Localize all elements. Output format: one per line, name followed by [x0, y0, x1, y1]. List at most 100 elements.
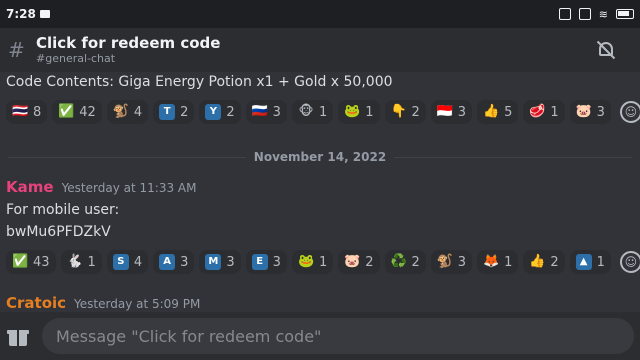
reaction-chip[interactable]: E3: [245, 250, 287, 274]
reaction-count: 3: [272, 254, 281, 270]
reaction-chip[interactable]: ✅ 43: [6, 250, 56, 274]
reaction-chip[interactable]: ♻️ 2: [384, 250, 426, 274]
reaction-chip[interactable]: Y2: [199, 100, 241, 124]
channel-header: # Click for redeem code #general-chat: [0, 28, 640, 72]
reaction-count: 2: [226, 104, 235, 120]
reaction-chip[interactable]: T2: [153, 100, 195, 124]
reaction-count: 1: [504, 254, 513, 270]
add-reaction-icon[interactable]: ☺: [619, 251, 640, 273]
reaction-count: 2: [550, 254, 559, 270]
message-text: For mobile user:: [6, 202, 120, 218]
reaction-count: 2: [365, 254, 374, 270]
reaction-emoji: 🦊: [483, 254, 500, 269]
message-header: Cratoic Yesterday at 5:09 PM: [6, 294, 200, 312]
reaction-count: 3: [457, 254, 467, 270]
reaction-emoji: 🐒: [112, 104, 130, 119]
reaction-chip[interactable]: 🐒 4: [106, 100, 149, 124]
reaction-chip[interactable]: 🦊 1: [477, 250, 519, 274]
channel-title: Click for redeem code: [36, 34, 221, 52]
status-icons: ≋: [558, 7, 634, 21]
message-header: Kame Yesterday at 11:33 AM: [6, 178, 196, 196]
reaction-count: 2: [411, 104, 420, 120]
reaction-emoji: Y: [205, 104, 222, 120]
reaction-chip[interactable]: 🐵 1: [291, 100, 334, 124]
reaction-count: 3: [596, 104, 605, 120]
reaction-count: 1: [87, 254, 96, 270]
reaction-emoji: 🐵: [298, 104, 314, 119]
reaction-chip[interactable]: 🐇 1: [60, 250, 102, 274]
nfc-icon: [558, 8, 571, 20]
reaction-chip[interactable]: 🇮🇩 3: [430, 100, 473, 124]
reaction-chip[interactable]: 🐷 2: [338, 250, 380, 274]
reaction-bar: 🇹🇭 8 ✅ 42 🐒 4 T 2 Y 2 🇷🇺 3 🐵 1 🐸 1 👇 2 🇮🇩 3 👍 5 🥩 1 🐷 3 ☺: [6, 100, 640, 124]
wifi-icon: ≋: [598, 7, 608, 21]
camera-icon: [39, 10, 50, 18]
reaction-emoji: 👍: [529, 254, 546, 269]
channel-info[interactable]: Click for redeem code #general-chat: [36, 34, 221, 66]
reaction-chip[interactable]: 🐷 3: [569, 100, 611, 124]
reaction-chip[interactable]: 🇹🇭 8: [6, 100, 48, 124]
hash-icon: #: [8, 38, 25, 62]
reaction-chip[interactable]: ▲ 1: [569, 250, 611, 274]
reaction-emoji: 🇮🇩: [436, 104, 453, 119]
message-input[interactable]: [42, 318, 634, 354]
channel-subtitle: #general-chat: [36, 52, 116, 65]
reaction-bar: ✅ 43 🐇 1 S 4 A 3 M 3 E 3 🐸 1 🐷 2 ♻️ 2 🐒 3 🦊 1 👍 2 ▲ 1 ☺: [6, 250, 640, 274]
reaction-emoji: ▲: [575, 254, 592, 270]
reaction-count: 1: [318, 104, 328, 120]
reaction-emoji: M: [205, 254, 222, 270]
message-timestamp: Yesterday at 5:09 PM: [74, 297, 201, 311]
status-bar: 7:28 ≋: [0, 0, 640, 28]
reaction-emoji: 👇: [390, 104, 407, 119]
reaction-emoji: ♻️: [390, 254, 407, 269]
reaction-chip[interactable]: 👍 2: [523, 250, 565, 274]
reaction-emoji: ✅: [12, 254, 29, 269]
reaction-chip[interactable]: 🐸 1: [291, 250, 334, 274]
message-text: bwMu6PFDZkV: [6, 224, 111, 240]
reaction-emoji: 🇷🇺: [251, 104, 268, 119]
sim-icon: [578, 8, 591, 20]
bell-slash-icon[interactable]: [596, 40, 616, 60]
date-label: November 14, 2022: [253, 150, 387, 164]
message-list: Code Contents: Giga Energy Potion x1 + G…: [0, 72, 640, 312]
reaction-count: 3: [457, 104, 467, 120]
add-reaction-icon[interactable]: ☺: [619, 101, 640, 123]
reaction-emoji: 🐸: [297, 254, 315, 269]
author-name[interactable]: Cratoic: [6, 294, 66, 312]
message-composer: [0, 312, 640, 360]
reaction-count: 4: [133, 104, 143, 120]
reaction-count: 3: [226, 254, 235, 270]
reaction-chip[interactable]: 👇 2: [384, 100, 426, 124]
reaction-count: 4: [133, 254, 143, 270]
reaction-chip[interactable]: M3: [199, 250, 241, 274]
author-name[interactable]: Kame: [6, 178, 54, 196]
reaction-chip[interactable]: 🐸 1: [338, 100, 380, 124]
date-divider: November 14, 2022: [0, 150, 640, 164]
reaction-chip[interactable]: 👍 5: [477, 100, 519, 124]
reaction-count: 3: [272, 104, 281, 120]
reaction-emoji: 👍: [483, 104, 500, 119]
reaction-chip[interactable]: 🥩 1: [523, 100, 565, 124]
reaction-count: 8: [33, 104, 42, 120]
reaction-emoji: A: [159, 254, 176, 270]
reaction-emoji: 🐷: [575, 104, 592, 119]
battery-icon: [616, 9, 634, 19]
reaction-count: 2: [180, 104, 189, 120]
reaction-emoji: T: [159, 104, 176, 120]
reaction-chip[interactable]: S4: [106, 250, 149, 274]
gift-icon[interactable]: [6, 324, 30, 348]
reaction-emoji: E: [251, 254, 268, 270]
reaction-emoji: 🐷: [344, 254, 361, 269]
reaction-chip[interactable]: A3: [153, 250, 195, 274]
reaction-emoji: S: [112, 254, 129, 270]
reaction-count: 1: [365, 104, 374, 120]
message-timestamp: Yesterday at 11:33 AM: [61, 181, 197, 195]
status-time: 7:28: [6, 7, 36, 21]
reaction-count: 42: [79, 104, 96, 120]
reaction-count: 1: [596, 254, 605, 270]
reaction-chip[interactable]: ✅ 42: [52, 100, 102, 124]
reaction-chip[interactable]: 🇷🇺 3: [245, 100, 287, 124]
reaction-chip[interactable]: 🐒 3: [430, 250, 473, 274]
reaction-emoji: 🐇: [66, 254, 83, 269]
reaction-count: 43: [33, 254, 50, 270]
